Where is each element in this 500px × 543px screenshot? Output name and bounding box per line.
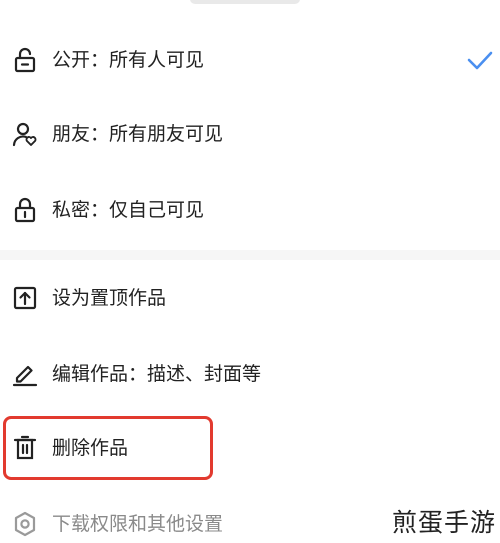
selected-check-icon [467,51,493,70]
action-label: 编辑作品：描述、封面等 [52,363,262,385]
user-heart-icon [12,121,38,147]
visibility-option-public[interactable]: 公开：所有人可见 [0,32,500,88]
unlock-icon [12,47,38,73]
pencil-icon [12,361,38,387]
pin-top-icon [12,285,38,311]
visibility-option-label: 公开：所有人可见 [52,49,205,71]
visibility-option-label: 私密：仅自己可见 [52,199,205,221]
visibility-option-label: 朋友：所有朋友可见 [52,123,224,145]
visibility-option-private[interactable]: 私密：仅自己可见 [0,182,500,238]
sheet-handle [190,0,300,4]
lock-icon [12,197,38,223]
action-label: 下载权限和其他设置 [52,513,224,535]
visibility-option-friends[interactable]: 朋友：所有朋友可见 [0,106,500,162]
section-divider [0,250,500,260]
highlight-annotation-box [3,416,213,480]
action-label: 设为置顶作品 [52,287,167,309]
pin-work-button[interactable]: 设为置顶作品 [0,270,500,326]
settings-icon [12,511,38,537]
work-settings-sheet: 公开：所有人可见 朋友：所有朋友可见 私密：仅自己可见 设为置顶作品 编辑作品：… [0,0,500,543]
edit-work-button[interactable]: 编辑作品：描述、封面等 [0,346,500,402]
watermark-text: 煎蛋手游 [389,507,498,539]
